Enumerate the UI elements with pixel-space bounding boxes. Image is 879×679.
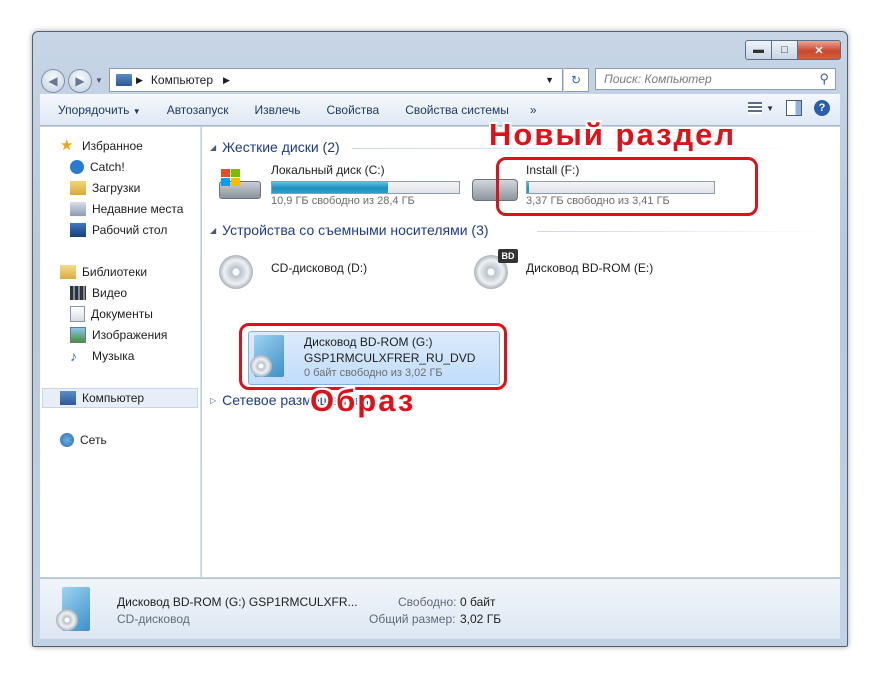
address-bar[interactable]: ▶ Компьютер ▶ ▼: [109, 68, 563, 92]
details-type: CD-дисковод: [117, 612, 190, 626]
drive-space: 10,9 ГБ свободно из 28,4 ГБ: [271, 195, 415, 207]
more-commands-button[interactable]: »: [522, 103, 550, 117]
sidebar-item-recent-places[interactable]: Недавние места: [70, 199, 183, 219]
drive-name: Локальный диск (C:): [271, 163, 385, 177]
sidebar-item-pictures[interactable]: Изображения: [70, 325, 167, 345]
details-total-value: 3,02 ГБ: [460, 612, 502, 626]
catch-icon: [70, 160, 84, 174]
breadcrumb-chevron-icon[interactable]: ▶: [223, 75, 230, 86]
recent-places-icon: [70, 202, 86, 216]
music-icon: ♪: [70, 348, 77, 364]
change-view-button[interactable]: ▼: [748, 102, 774, 114]
details-free-value: 0 байт: [460, 595, 496, 609]
caption-buttons: ▬ □ ✕: [745, 40, 841, 60]
chevron-down-icon: ▼: [766, 103, 774, 113]
network-icon: [60, 433, 74, 447]
sidebar-computer[interactable]: Компьютер: [42, 388, 198, 408]
sidebar-item-video[interactable]: Видео: [70, 283, 127, 303]
forward-button[interactable]: ▶: [68, 69, 92, 93]
eject-button[interactable]: Извлечь: [242, 103, 314, 117]
system-properties-button[interactable]: Свойства системы: [392, 103, 522, 117]
image-annotation: Образ: [310, 383, 416, 418]
search-icon[interactable]: ⚲: [819, 71, 829, 87]
drive-name: Дисковод BD-ROM (E:): [526, 261, 654, 275]
help-icon[interactable]: ?: [814, 100, 830, 116]
sidebar-item-downloads[interactable]: Загрузки: [70, 178, 140, 198]
star-icon: ★: [60, 137, 74, 154]
content-pane: ◢ Жесткие диски (2) Локальный диск (C:) 1…: [202, 117, 840, 577]
group-hard-drives[interactable]: ◢ Жесткие диски (2): [210, 139, 340, 155]
computer-icon: [60, 391, 76, 405]
autoplay-button[interactable]: Автозапуск: [154, 103, 242, 117]
video-icon: [70, 286, 86, 300]
desktop-icon: [70, 223, 86, 237]
bd-badge-icon: BD: [498, 249, 518, 263]
sidebar-item-documents[interactable]: Документы: [70, 304, 153, 324]
details-title: Дисковод BD-ROM (G:) GSP1RMCULXFR...: [117, 595, 358, 609]
drive-d[interactable]: CD-дисковод (D:): [213, 247, 463, 291]
preview-pane-button[interactable]: [786, 100, 802, 116]
explorer-window: ▬ □ ✕ ◀ ▶ ▼ ▶ Компьютер ▶ ▼ ↻ Поиск: Ком…: [32, 31, 848, 647]
details-pane: Дисковод BD-ROM (G:) GSP1RMCULXFR... CD-…: [40, 578, 840, 639]
details-total-label: Общий размер:: [369, 612, 456, 626]
new-partition-callout: [496, 157, 758, 216]
image-callout: [239, 323, 507, 390]
group-removable[interactable]: ◢ Устройства со съемными носителями (3): [210, 222, 489, 238]
sidebar-item-desktop[interactable]: Рабочий стол: [70, 220, 167, 240]
search-placeholder: Поиск: Компьютер: [604, 72, 712, 86]
minimize-button[interactable]: ▬: [745, 40, 772, 60]
sidebar-network[interactable]: Сеть: [60, 430, 107, 450]
details-free-label: Свободно:: [398, 595, 457, 609]
breadcrumb-computer[interactable]: Компьютер: [151, 73, 213, 87]
view-icon: [748, 102, 763, 114]
properties-button[interactable]: Свойства: [314, 103, 393, 117]
windows-drive-icon: [217, 169, 261, 201]
maximize-button[interactable]: □: [772, 40, 798, 60]
sidebar-item-catch[interactable]: Catch!: [70, 157, 125, 177]
sidebar-item-music[interactable]: ♪ Музыка: [70, 346, 134, 366]
computer-icon: [116, 74, 132, 86]
libraries-icon: [60, 265, 76, 279]
search-input[interactable]: Поиск: Компьютер ⚲: [595, 68, 836, 90]
drive-c[interactable]: Локальный диск (C:) 10,9 ГБ свободно из …: [213, 163, 463, 207]
address-dropdown-icon[interactable]: ▼: [545, 75, 554, 85]
collapse-triangle-icon[interactable]: ◢: [210, 226, 216, 235]
cd-drive-icon: [219, 255, 253, 289]
refresh-icon: ↻: [570, 73, 582, 87]
collapse-triangle-icon[interactable]: ◢: [210, 143, 216, 152]
view-controls: ▼ ?: [748, 100, 830, 116]
sidebar-favorites[interactable]: ★ Избранное: [60, 136, 143, 156]
close-button[interactable]: ✕: [798, 40, 841, 60]
new-partition-annotation: Новый раздел: [489, 117, 737, 152]
recent-pages-chevron-icon[interactable]: ▼: [95, 76, 103, 85]
refresh-button[interactable]: ↻: [564, 68, 589, 92]
breadcrumb-chevron-icon[interactable]: ▶: [136, 75, 143, 86]
organize-button[interactable]: Упорядочить ▼: [40, 103, 154, 117]
downloads-folder-icon: [70, 181, 86, 195]
drive-usage-fill: [272, 182, 388, 193]
navigation-pane: ★ Избранное Catch! Загрузки Недавние мест…: [40, 127, 201, 577]
drive-name: CD-дисковод (D:): [271, 261, 368, 275]
drive-usage-bar: [271, 181, 460, 194]
documents-icon: [70, 306, 85, 322]
sidebar-libraries[interactable]: Библиотеки: [60, 262, 147, 282]
pictures-icon: [70, 327, 86, 343]
expand-triangle-icon[interactable]: ▷: [210, 396, 216, 405]
drive-e[interactable]: BD Дисковод BD-ROM (E:): [468, 247, 718, 291]
back-button[interactable]: ◀: [41, 69, 65, 93]
details-drive-icon: [56, 587, 90, 633]
group-divider: [537, 231, 832, 232]
